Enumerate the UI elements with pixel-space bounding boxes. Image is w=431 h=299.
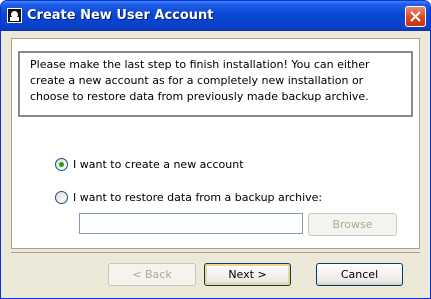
user-account-icon <box>7 8 22 23</box>
close-button[interactable] <box>405 6 426 27</box>
back-button[interactable]: < Back <box>108 263 196 286</box>
info-text: Please make the last step to finish inst… <box>30 58 370 103</box>
option-restore-backup[interactable]: I want to restore data from a backup arc… <box>55 191 322 204</box>
option-create-label: I want to create a new account <box>73 158 244 171</box>
next-button[interactable]: Next > <box>204 263 291 286</box>
radio-create-account[interactable] <box>55 158 68 171</box>
radio-restore-backup[interactable] <box>55 191 68 204</box>
divider <box>11 252 420 253</box>
close-icon <box>410 11 421 22</box>
title-bar[interactable]: Create New User Account <box>1 1 430 31</box>
backup-path-input[interactable] <box>79 213 303 234</box>
option-restore-label: I want to restore data from a backup arc… <box>73 191 323 204</box>
cancel-button[interactable]: Cancel <box>316 263 403 286</box>
window-title: Create New User Account <box>27 8 214 23</box>
browse-button[interactable]: Browse <box>308 213 397 236</box>
option-create-account[interactable]: I want to create a new account <box>55 158 244 171</box>
